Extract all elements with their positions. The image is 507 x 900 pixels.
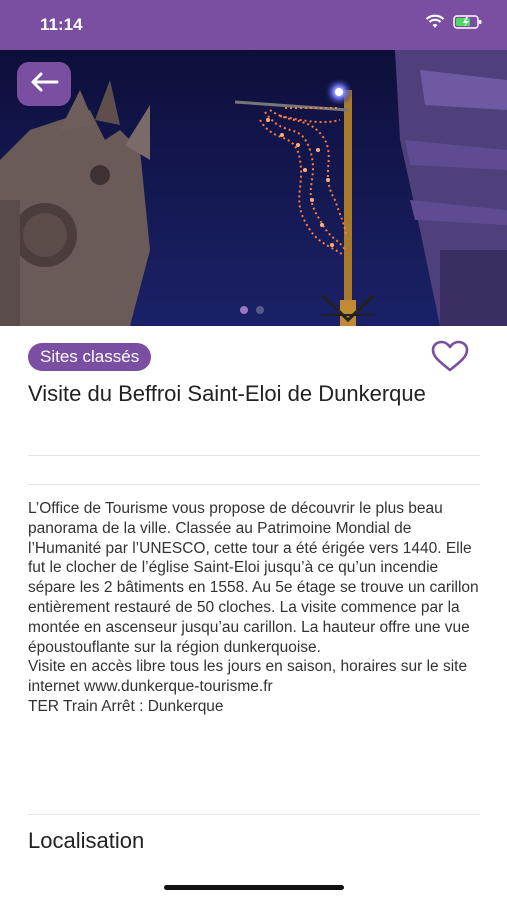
category-badge: Sites classés bbox=[28, 343, 152, 371]
divider bbox=[28, 814, 480, 815]
page-title: Visite du Beffroi Saint-Eloi de Dunkerqu… bbox=[28, 381, 426, 406]
description-text: L’Office de Tourisme vous propose de déc… bbox=[28, 500, 479, 715]
status-time: 11:14 bbox=[40, 15, 83, 34]
carousel-pagination bbox=[240, 306, 264, 314]
home-indicator[interactable] bbox=[164, 885, 344, 890]
back-button[interactable] bbox=[17, 62, 71, 106]
wifi-icon bbox=[425, 14, 445, 35]
divider bbox=[28, 484, 480, 485]
carousel-dot-2[interactable] bbox=[256, 306, 264, 314]
heart-icon bbox=[430, 340, 470, 378]
battery-charging-icon bbox=[453, 14, 483, 35]
hero-image[interactable] bbox=[0, 50, 507, 326]
carousel-dot-1[interactable] bbox=[240, 306, 248, 314]
arrow-left-icon bbox=[29, 71, 59, 98]
favorite-button[interactable] bbox=[430, 340, 470, 374]
divider bbox=[28, 455, 480, 456]
status-icons bbox=[425, 14, 483, 35]
status-bar: 11:14 bbox=[0, 0, 507, 50]
location-heading: Localisation bbox=[28, 828, 145, 853]
